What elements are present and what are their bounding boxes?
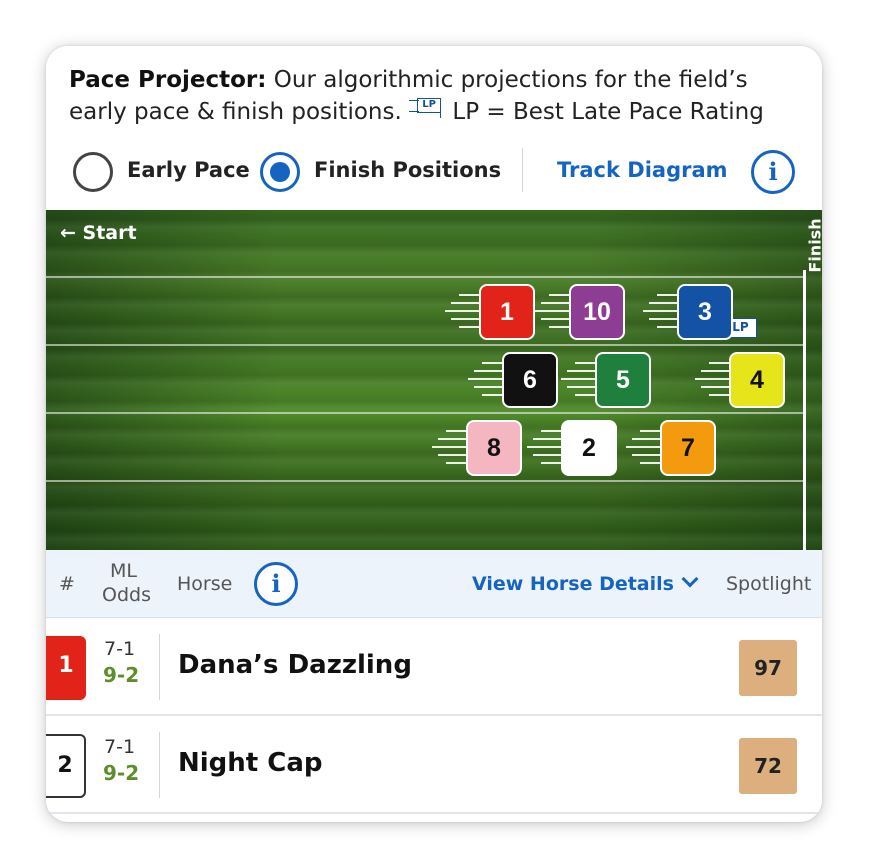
view-toggle: Early Pace Finish Positions Track Diagra…	[46, 148, 822, 198]
view-horse-details-label: View Horse Details	[472, 573, 674, 595]
morning-line-odds: 7-1	[104, 638, 136, 660]
horse-marker-3[interactable]: 3	[677, 284, 733, 340]
post-position-badge: 1	[46, 636, 86, 700]
ml-odds-header-line2: Odds	[102, 584, 151, 606]
early-pace-radio[interactable]	[73, 152, 113, 192]
table-row[interactable]: 1 7-1 9-2 Dana’s Dazzling 97	[46, 618, 822, 716]
speed-lines-icon	[466, 352, 502, 408]
finish-positions-label[interactable]: Finish Positions	[314, 158, 501, 182]
chevron-down-icon	[681, 570, 699, 588]
spotlight-score: 72	[739, 738, 797, 794]
speed-lines-icon	[533, 284, 569, 340]
horse-table-header: # ML Odds Horse i View Horse Details Spo…	[46, 550, 822, 618]
speed-lines-icon	[559, 352, 595, 408]
row-divider	[159, 732, 160, 798]
finish-positions-radio[interactable]	[260, 152, 300, 192]
speed-lines-icon	[443, 284, 479, 340]
lane-line	[46, 480, 804, 482]
post-position-header: #	[59, 573, 75, 595]
live-odds: 9-2	[103, 761, 140, 785]
horse-marker-4[interactable]: 4	[729, 352, 785, 408]
live-odds: 9-2	[103, 663, 140, 687]
horse-marker-2[interactable]: 2	[561, 420, 617, 476]
speed-lines-icon	[641, 284, 677, 340]
pace-projector-description: Pace Projector: Our algorithmic projecti…	[69, 64, 809, 128]
horse-marker-7[interactable]: 7	[660, 420, 716, 476]
ml-odds-header-line1: ML	[110, 560, 137, 582]
table-row[interactable]: 2 7-1 9-2 Night Cap 72	[46, 716, 822, 814]
info-icon[interactable]: i	[751, 150, 795, 194]
spotlight-header: Spotlight	[726, 573, 812, 595]
track-diagram-link[interactable]: Track Diagram	[557, 158, 728, 182]
pace-projector-title: Pace Projector:	[69, 67, 267, 93]
pace-projector-header: Pace Projector: Our algorithmic projecti…	[46, 46, 822, 210]
horse-name[interactable]: Dana’s Dazzling	[178, 650, 412, 680]
horse-marker-5[interactable]: 5	[595, 352, 651, 408]
speed-lines-icon	[624, 420, 660, 476]
spotlight-score: 97	[739, 640, 797, 696]
finish-label: Finish	[805, 218, 823, 273]
finish-line	[803, 270, 806, 550]
view-horse-details-button[interactable]: View Horse Details	[472, 570, 699, 595]
late-pace-flag-icon: LP	[409, 97, 443, 118]
toggle-divider	[522, 148, 523, 192]
horse-marker-8[interactable]: 8	[466, 420, 522, 476]
horse-marker-10[interactable]: 10	[569, 284, 625, 340]
lane-line	[46, 276, 804, 278]
lp-legend: LP = Best Late Pace Rating	[452, 99, 764, 125]
morning-line-odds: 7-1	[104, 736, 136, 758]
row-divider	[159, 634, 160, 700]
post-position-badge: 2	[46, 734, 86, 798]
horse-marker-1[interactable]: 1	[479, 284, 535, 340]
horse-name[interactable]: Night Cap	[178, 748, 323, 778]
horse-marker-6[interactable]: 6	[502, 352, 558, 408]
horse-header: Horse	[177, 573, 233, 595]
speed-lines-icon	[693, 352, 729, 408]
lane-line	[46, 412, 804, 414]
track-diagram: Finish ← Start LP 1 10 3 6 5 4 8 2 7	[46, 210, 822, 550]
lane-line	[46, 344, 804, 346]
pace-projector-card: Pace Projector: Our algorithmic projecti…	[46, 46, 822, 822]
speed-lines-icon	[525, 420, 561, 476]
info-icon[interactable]: i	[254, 562, 298, 606]
start-label: ← Start	[60, 222, 137, 244]
speed-lines-icon	[430, 420, 466, 476]
early-pace-label[interactable]: Early Pace	[127, 158, 250, 182]
